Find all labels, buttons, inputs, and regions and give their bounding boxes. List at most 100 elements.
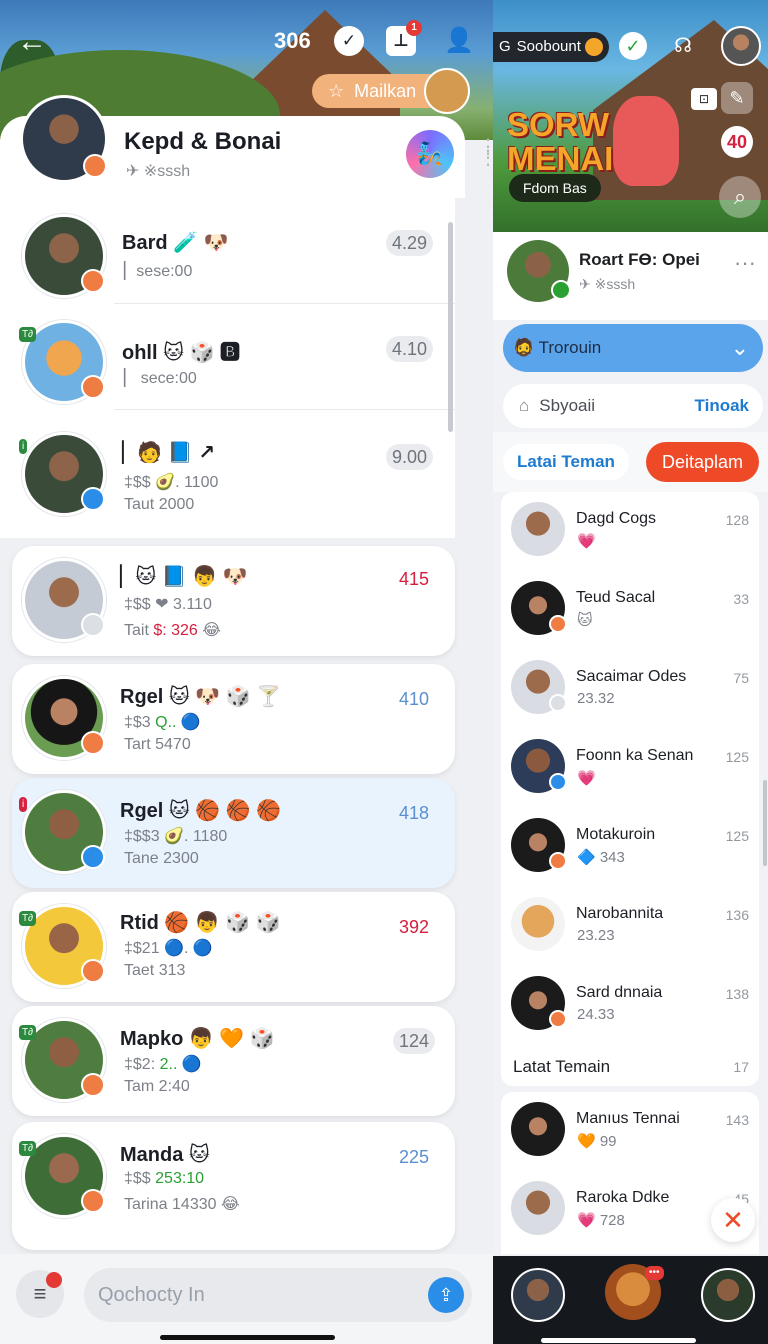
profile-avatar <box>507 240 571 302</box>
avatar <box>511 581 567 635</box>
list-item[interactable]: Motakuroin 🔷 343 125 <box>501 808 759 887</box>
score-pill[interactable]: G Soobount <box>493 32 609 62</box>
back-arrow-icon[interactable]: ← <box>14 24 50 60</box>
sticker-button[interactable]: 🧞 <box>406 130 454 178</box>
contact-status: ▏sese:00 <box>124 263 193 280</box>
coin-icon <box>584 38 603 56</box>
list-item[interactable]: Dagd Cogs 💗 128 <box>501 492 759 571</box>
side-pane: G Soobount ✓ ☊ SORW MENAI Fdom Bas ⊡ ✎ 40… <box>493 0 768 1344</box>
close-icon[interactable]: ✕ <box>711 1198 755 1242</box>
chat-card[interactable]: ▏🐱 📘 👦 🐶 ‡$$ ❤ 3.110 Tait $: 326 😂 415 <box>12 546 455 656</box>
mailkan-button[interactable]: ☆ Mailkan <box>312 68 471 114</box>
status-dot <box>83 154 107 178</box>
list-item[interactable]: Sard dnnaia 24.33 138 <box>501 966 759 1045</box>
game-banner: G Soobount ✓ ☊ SORW MENAI Fdom Bas ⊡ ✎ 40… <box>493 0 768 232</box>
avatar: T∂ <box>19 904 106 988</box>
status-dot <box>549 852 567 870</box>
friend-status: 🐱 <box>577 612 593 629</box>
pinned-list: Bard 🧪 🐶 ▏sese:00 4.29 T∂ ohll 🐱 🎲 🅱 ▏ s… <box>0 198 455 538</box>
section-title: Latat Temain <box>513 1057 611 1076</box>
friend-count: 143 <box>725 1112 749 1128</box>
mailkan-label: Mailkan <box>354 81 417 101</box>
menu-icon[interactable]: ≡ <box>16 1270 64 1318</box>
contact-status: ‡$$ ❤ 3.110 <box>124 596 212 613</box>
friend-status: 💗 <box>577 533 596 550</box>
message-count: 225 <box>398 1147 429 1167</box>
list-item[interactable]: Teud Sacal 🐱 33 <box>501 571 759 650</box>
contact-meta: Tane 2300 <box>124 850 199 867</box>
friend-name: Motakuroin <box>576 826 656 843</box>
message-count: 124 <box>392 1028 435 1054</box>
header-avatar[interactable] <box>20 95 108 183</box>
chat-card-selected[interactable]: i Rgel 🐱 🏀 🏀 🏀 ‡$$3 🥑. 1180 Tane 2300 41… <box>12 778 455 888</box>
contact-name: ▏🐱 📘 👦 🐶 <box>120 566 248 588</box>
message-count: 9.00 <box>385 444 433 470</box>
group-select[interactable]: 🧔 Trorouin ⌄ <box>503 324 763 372</box>
dock-avatar[interactable] <box>511 1268 565 1322</box>
mailkan-avatar <box>424 68 471 114</box>
composer-bar: ≡ Qochocty In ⇪ <box>0 1254 493 1344</box>
headset-icon[interactable]: ☊ <box>669 32 697 60</box>
contact-name: Rgel 🐱 🐶 🎲 🍸 <box>120 686 282 708</box>
message-input[interactable]: Qochocty In ⇪ <box>84 1268 472 1322</box>
contact-name: Rtid 🏀 👦 🎲 🎲 <box>120 912 281 934</box>
chat-card[interactable]: T∂ Rtid 🏀 👦 🎲 🎲 ‡$21 🔵. 🔵 Taet 313 392 <box>12 892 455 1002</box>
friend-name: Teud Sacal <box>576 589 656 606</box>
search-icon[interactable]: ⌕ <box>719 176 761 218</box>
friend-status: 23.32 <box>577 690 615 707</box>
list-item[interactable]: Bard 🧪 🐶 ▏sese:00 4.29 <box>0 198 455 304</box>
contact-name: Manda 🐱 <box>120 1144 210 1166</box>
invite-link[interactable]: Tinoak <box>695 384 749 428</box>
scrollbar[interactable] <box>763 780 767 866</box>
profile-icon[interactable]: 👤 <box>444 26 474 56</box>
friend-name: Narobannita <box>576 905 664 922</box>
box-icon[interactable]: ⊡ <box>691 88 717 110</box>
chat-card[interactable]: T∂ Manda 🐱 ‡$$ 253:10 Tarina 14330 😂 225 <box>12 1122 455 1250</box>
list-item[interactable]: Sacaimar Odes 23.32 75 <box>501 650 759 729</box>
chat-card[interactable]: Rgel 🐱 🐶 🎲 🍸 ‡$3 Q.. 🔵 Tart 5470 410 <box>12 664 455 774</box>
edit-icon[interactable]: ✎ <box>721 82 753 114</box>
list-item[interactable]: Manıus Tennai 🧡 99 143 <box>501 1092 759 1171</box>
message-count: 410 <box>398 689 429 709</box>
chat-list-pane: ← 306 ✓ ⊥ 1 👤 ☆ Mailkan Kepd & Bonai ✈ ※ss… <box>0 0 493 1344</box>
scrollbar[interactable] <box>448 222 453 432</box>
more-vertical-icon[interactable]: ⋮ ⋮ <box>478 137 493 168</box>
list-item[interactable]: T∂ ohll 🐱 🎲 🅱 ▏ sece:00 4.10 <box>0 304 455 410</box>
invite-field[interactable]: ⌂ Sbyoaii Tinoak <box>503 384 763 428</box>
avatar <box>511 739 567 793</box>
more-horizontal-icon[interactable]: ··· <box>734 250 756 276</box>
friend-name: Raroka Ddke <box>576 1189 670 1206</box>
send-icon[interactable]: ⇪ <box>428 1277 464 1313</box>
user-avatar[interactable] <box>721 26 761 66</box>
avatar <box>511 502 565 556</box>
avatar: T∂ <box>19 1134 106 1218</box>
top-count: 306 <box>274 28 311 53</box>
tab-latai-teman[interactable]: Latai Teman <box>503 444 629 480</box>
contact-name: Bard 🧪 🐶 <box>122 232 229 254</box>
notification-icon[interactable]: ⊥ 1 <box>386 20 422 56</box>
avatar: T∂ <box>19 320 106 404</box>
list-item[interactable]: Narobannita 23.23 136 <box>501 887 759 966</box>
avatar <box>511 818 567 872</box>
list-item[interactable]: i ▏🧑 📘 ↗ ‡$$ 🥑. 1100 Taut 2000 9.00 <box>0 410 455 538</box>
home-indicator <box>541 1338 696 1343</box>
status-dot <box>81 269 105 293</box>
group-select-label: 🧔 Trorouin <box>513 338 602 357</box>
profile-name: Roart FӨ: Opei <box>579 250 700 269</box>
list-item[interactable]: Foonn ka Senan 💗 125 <box>501 729 759 808</box>
friend-name: Sard dnnaia <box>576 984 663 1001</box>
profile-row[interactable]: Roart FӨ: Opei ✈ ※sssh ··· <box>493 232 768 320</box>
profile-subtitle: ✈ ※sssh <box>579 276 636 292</box>
check-icon[interactable]: ✓ <box>619 32 647 60</box>
friend-status: 24.33 <box>577 1006 615 1023</box>
message-count: 4.10 <box>385 336 433 362</box>
friend-name: Dagd Cogs <box>576 510 657 527</box>
chat-card[interactable]: T∂ Mapko 👦 🧡 🎲 ‡$2: 2.. 🔵 Tam 2:40 124 <box>12 1006 455 1116</box>
tab-deitaplam[interactable]: Deitaplam <box>646 442 760 482</box>
from-button[interactable]: Fdom Bas <box>509 174 601 202</box>
checkmark-circle-icon[interactable]: ✓ <box>334 26 364 56</box>
dock-badge: ••• <box>645 1266 664 1280</box>
friend-status: 💗 728 <box>577 1212 625 1229</box>
dock-avatar[interactable] <box>701 1268 755 1322</box>
notification-badge: 1 <box>406 20 422 36</box>
